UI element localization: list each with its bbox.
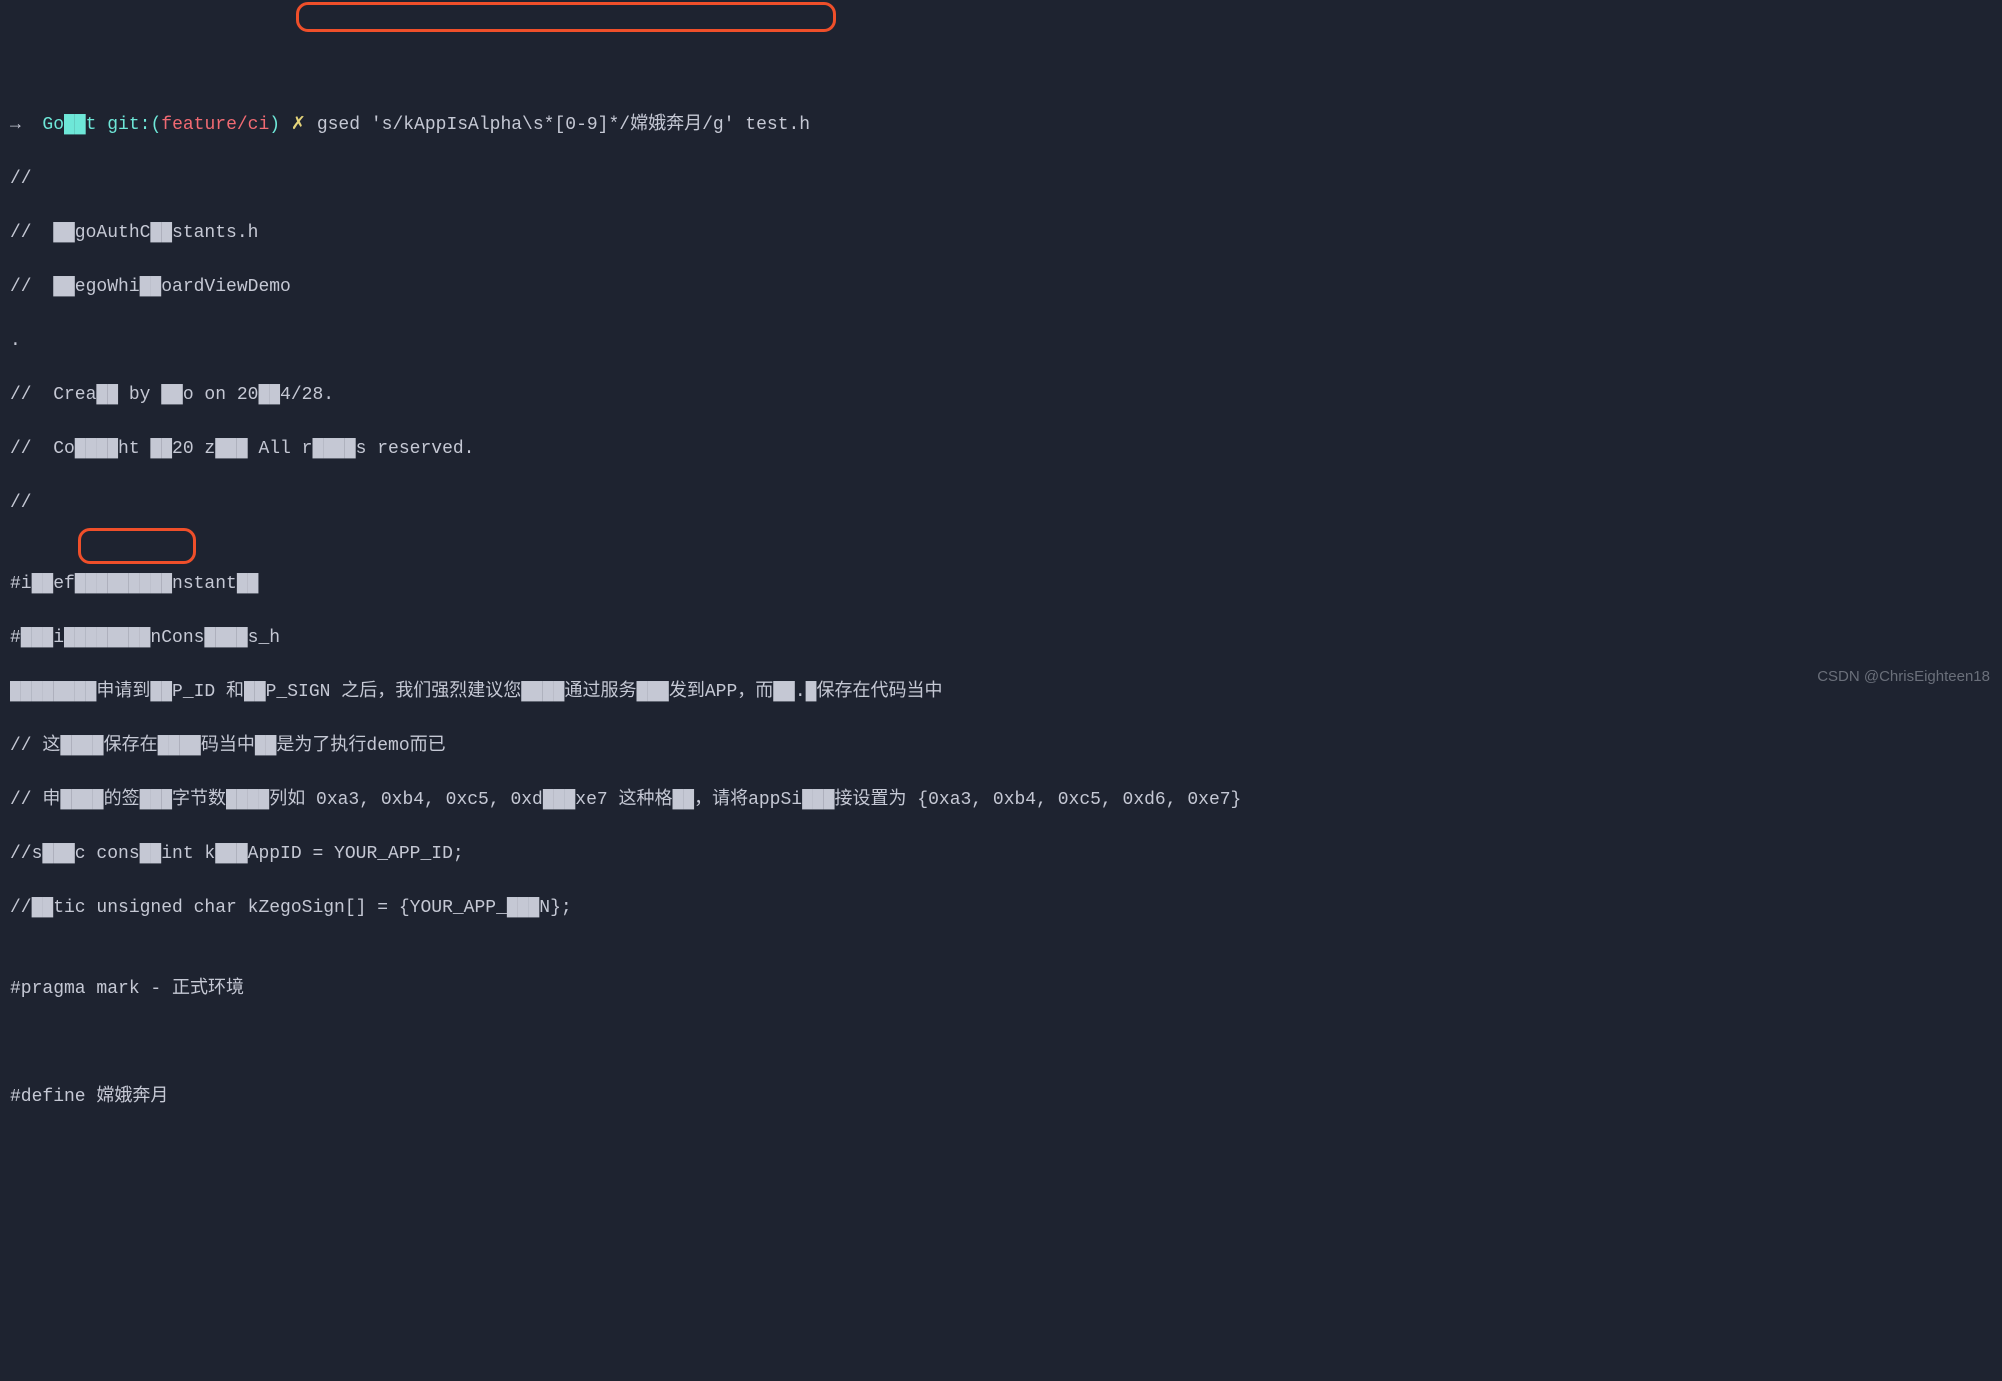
prompt-sep: ✗ xyxy=(291,115,306,135)
output-line: . xyxy=(10,328,1992,355)
git-branch: feature/ci xyxy=(161,115,269,135)
prompt-dir: Go██t xyxy=(42,115,96,135)
output-line: // Crea██ by ██o on 20██4/28. xyxy=(10,382,1992,409)
output-line: // 申████的签███字节数████列如 0xa3, 0xb4, 0xc5,… xyxy=(10,787,1992,814)
output-line: // xyxy=(10,166,1992,193)
output-line: #███i████████nCons████s_h xyxy=(10,625,1992,652)
output-line: ████████申请到██P_ID 和██P_SIGN 之后，我们强烈建议您██… xyxy=(10,679,1992,706)
git-label: git:( xyxy=(107,115,161,135)
output-line: // Co████ht ██20 z███ All r████s reserve… xyxy=(10,436,1992,463)
output-line: // ██egoWhi██oardViewDemo xyxy=(10,274,1992,301)
git-close: ) xyxy=(269,115,280,135)
annotation-box-define xyxy=(78,528,196,564)
watermark: CSDN @ChrisEighteen18 xyxy=(1817,666,1990,689)
output-line: //██tic unsigned char kZegoSign[] = {YOU… xyxy=(10,895,1992,922)
annotation-box-command xyxy=(296,2,836,32)
output-line: #i██ef█████████nstant██ xyxy=(10,571,1992,598)
output-line: // 这████保存在████码当中██是为了执行demo而已 xyxy=(10,733,1992,760)
output-line: //s███c cons██int k███AppID = YOUR_APP_I… xyxy=(10,841,1992,868)
prompt-line[interactable]: → Go██t git:(feature/ci) ✗ gsed 's/kAppI… xyxy=(10,112,1992,139)
output-line: #define 嫦娥奔月 xyxy=(10,1084,1992,1111)
command-text: gsed 's/kAppIsAlpha\s*[0-9]*/嫦娥奔月/g' tes… xyxy=(317,115,810,135)
output-line: // ██goAuthC██stants.h xyxy=(10,220,1992,247)
output-line: #pragma mark - 正式环境 xyxy=(10,976,1992,1003)
output-line: // xyxy=(10,490,1992,517)
prompt-arrow: → xyxy=(10,115,21,135)
